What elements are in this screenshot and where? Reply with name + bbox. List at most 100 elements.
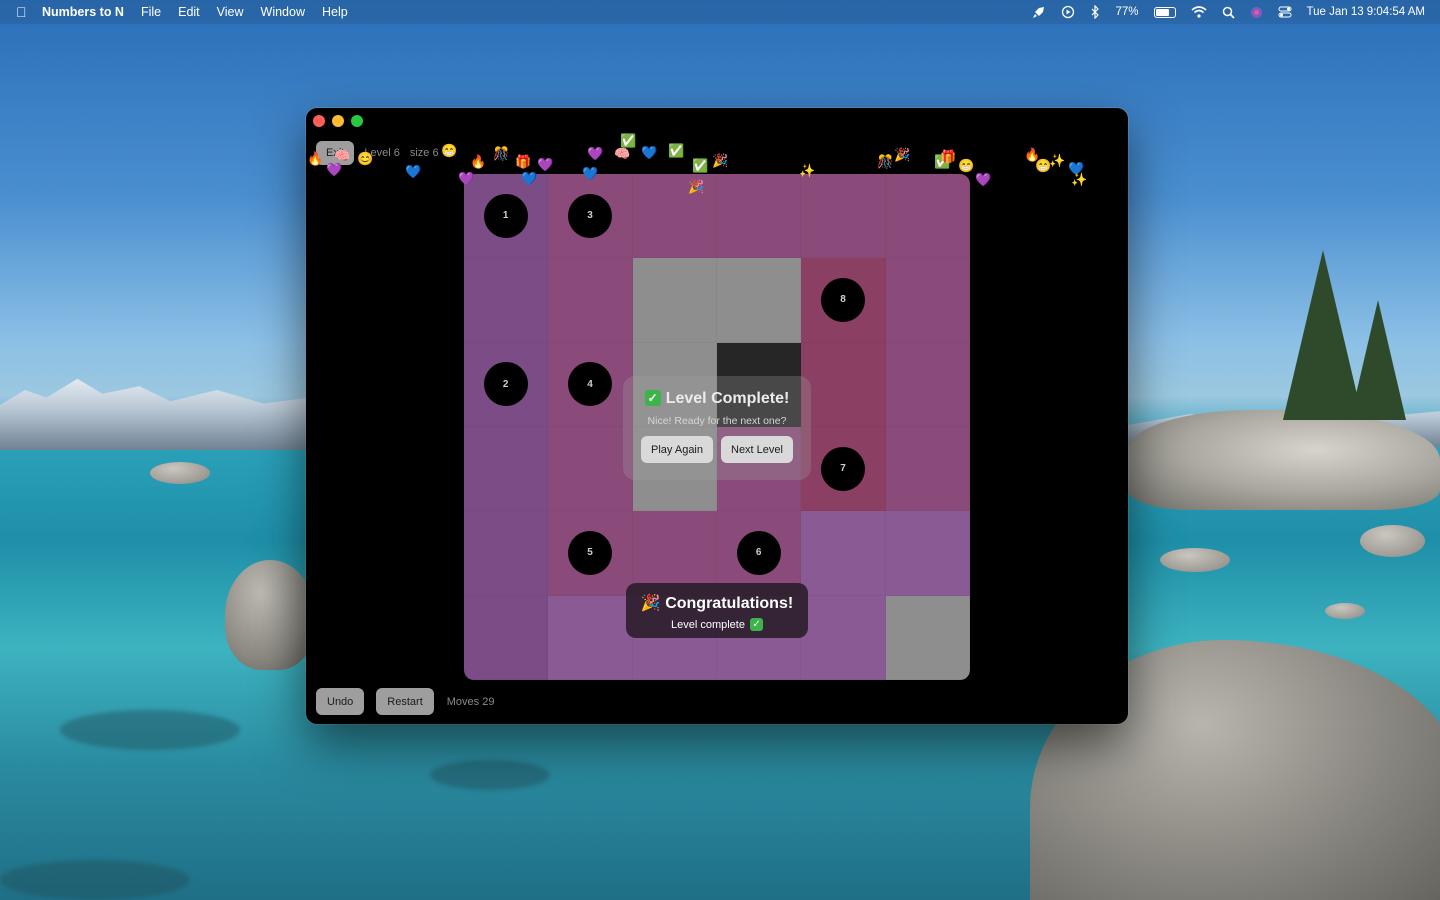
confetti-emoji: 🎉 — [894, 147, 911, 162]
menu-edit[interactable]: Edit — [178, 5, 200, 19]
board-cell[interactable] — [885, 427, 970, 512]
moves-counter: Moves 29 — [446, 695, 495, 708]
number-node[interactable]: 3 — [567, 193, 612, 238]
board-cell[interactable] — [885, 511, 970, 596]
confetti-emoji: ✨ — [1049, 153, 1066, 168]
board-cell[interactable] — [885, 174, 970, 259]
rocket-icon[interactable] — [1032, 5, 1046, 19]
checkmark-icon: ✓ — [644, 390, 661, 406]
next-level-button[interactable]: Next Level — [721, 436, 793, 463]
underwater-rock — [0, 860, 190, 900]
number-node[interactable]: 2 — [483, 362, 528, 407]
board-cell[interactable]: 3 — [548, 174, 633, 259]
menu-bar:  Numbers to N File Edit View Window Hel… — [0, 0, 1440, 24]
confetti-emoji: 💙 — [405, 164, 422, 179]
rocky-shore — [1128, 410, 1440, 510]
dialog-title: ✓ Level Complete! — [623, 390, 811, 408]
menu-view[interactable]: View — [217, 5, 244, 19]
game-window: Exit Level 6 size 6 13824756 ✓ Level Comp… — [306, 108, 1128, 724]
board-cell[interactable]: 7 — [801, 427, 886, 512]
board-cell[interactable] — [548, 595, 633, 680]
board-cell[interactable] — [464, 427, 549, 512]
control-center-icon[interactable] — [1278, 6, 1292, 18]
minimize-button[interactable] — [332, 115, 344, 127]
menu-clock[interactable]: Tue Jan 13 9:04:54 AM — [1307, 6, 1426, 18]
search-icon[interactable] — [1222, 6, 1235, 19]
close-button[interactable] — [313, 115, 325, 127]
board-cell[interactable] — [464, 511, 549, 596]
board-cell[interactable]: 1 — [464, 174, 549, 259]
board-cell[interactable] — [464, 595, 549, 680]
apple-menu-icon[interactable]:  — [16, 4, 38, 20]
menu-file[interactable]: File — [141, 5, 161, 19]
confetti-emoji: 🎉 — [712, 153, 729, 168]
confetti-emoji: 🎁 — [940, 149, 957, 164]
underwater-rock — [430, 760, 550, 790]
confetti-emoji: 🧠 — [334, 148, 351, 163]
confetti-emoji: 🧠 — [614, 146, 631, 161]
siri-icon[interactable] — [1250, 6, 1263, 19]
confetti-emoji: 😊 — [357, 151, 374, 166]
board-cell[interactable]: 4 — [548, 342, 633, 427]
confetti-emoji: 🎊 — [877, 154, 894, 169]
number-node[interactable]: 6 — [736, 530, 781, 575]
stone — [1325, 603, 1365, 619]
battery-icon[interactable] — [1153, 6, 1176, 18]
game-footer: Undo Restart Moves 29 — [316, 688, 494, 715]
board-cell[interactable] — [548, 427, 633, 512]
board-cell[interactable] — [464, 258, 549, 343]
board-cell[interactable] — [885, 342, 970, 427]
confetti-emoji: 🔥 — [470, 154, 487, 169]
board-cell[interactable] — [801, 174, 886, 259]
board-cell[interactable]: 2 — [464, 342, 549, 427]
confetti-emoji: ✅ — [692, 158, 709, 173]
board-cell[interactable] — [885, 595, 970, 680]
play-circle-icon[interactable] — [1061, 5, 1075, 19]
battery-percent: 77% — [1115, 6, 1139, 18]
board-cell[interactable] — [632, 174, 717, 259]
board-cell[interactable]: 5 — [548, 511, 633, 596]
number-node[interactable]: 4 — [567, 362, 612, 407]
confetti-emoji: 💜 — [458, 171, 475, 186]
window-controls — [313, 115, 363, 127]
confetti-emoji: 💙 — [582, 166, 599, 181]
bluetooth-icon[interactable] — [1090, 5, 1100, 19]
board-cell[interactable] — [632, 258, 717, 343]
confetti-emoji: 😁 — [441, 143, 458, 158]
confetti-emoji: 💙 — [641, 145, 658, 160]
number-node[interactable]: 5 — [567, 530, 612, 575]
menu-help[interactable]: Help — [322, 5, 348, 19]
board-cell[interactable] — [801, 595, 886, 680]
confetti-emoji: ✨ — [1071, 172, 1088, 187]
board-cell[interactable] — [717, 258, 802, 343]
board-cell[interactable] — [801, 342, 886, 427]
underwater-rock — [60, 710, 240, 750]
board-cell[interactable] — [548, 258, 633, 343]
confetti-emoji: ✅ — [620, 133, 637, 148]
undo-button[interactable]: Undo — [316, 688, 365, 715]
number-node[interactable]: 8 — [820, 277, 865, 322]
mountain-range-left — [0, 378, 310, 450]
stone — [1360, 525, 1425, 557]
number-node[interactable]: 7 — [820, 446, 865, 491]
confetti-emoji: 💜 — [326, 162, 343, 177]
zoom-button[interactable] — [351, 115, 363, 127]
number-node[interactable]: 1 — [483, 193, 528, 238]
confetti-emoji: 🎁 — [515, 154, 532, 169]
board-cell[interactable] — [801, 511, 886, 596]
confetti-emoji: ✅ — [668, 143, 685, 158]
toast-title: 🎉 Congratulations! — [640, 595, 794, 612]
menu-app-name[interactable]: Numbers to N — [42, 5, 124, 19]
wifi-icon[interactable] — [1190, 6, 1207, 18]
confetti-emoji: ✨ — [799, 163, 816, 178]
menu-window[interactable]: Window — [261, 5, 305, 19]
board-cell[interactable]: 8 — [801, 258, 886, 343]
status-area: 77% Tue Jan 13 9:04:54 AM — [1032, 0, 1425, 24]
stone — [150, 462, 210, 484]
confetti-emoji: 🎊 — [493, 146, 510, 161]
board-cell[interactable] — [717, 174, 802, 259]
board-cell[interactable] — [885, 258, 970, 343]
restart-button[interactable]: Restart — [376, 688, 434, 715]
level-complete-dialog: ✓ Level Complete! Nice! Ready for the nex… — [623, 376, 811, 480]
play-again-button[interactable]: Play Again — [641, 436, 713, 463]
